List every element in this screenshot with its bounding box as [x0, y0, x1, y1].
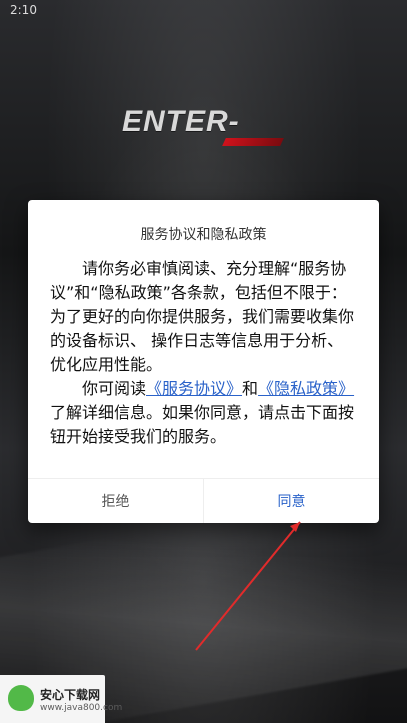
- dialog-paragraph-2: 你可阅读《服务协议》和《隐私政策》了解详细信息。如果你同意，请点击下面按钮开始接…: [50, 377, 358, 449]
- watermark-url: www.java800.com: [40, 703, 123, 713]
- logo-red-bar: [222, 138, 284, 146]
- service-agreement-link[interactable]: 《服务协议》: [146, 379, 242, 398]
- paragraph2-prefix: 你可阅读: [82, 379, 147, 398]
- privacy-dialog: 服务协议和隐私政策 请你务必审慎阅读、充分理解“服务协议”和“隐私政策”各条款，…: [28, 200, 379, 523]
- watermark: 安心下载网 www.java800.com: [0, 675, 122, 723]
- logo-text: ENTER-: [122, 105, 240, 138]
- agree-button[interactable]: 同意: [204, 479, 379, 523]
- dialog-title: 服务协议和隐私政策: [140, 227, 267, 243]
- paragraph2-suffix: 了解详细信息。如果你同意，请点击下面按钮开始接受我们的服务。: [50, 403, 355, 446]
- status-time: 2:10: [10, 3, 37, 17]
- reject-button[interactable]: 拒绝: [28, 479, 204, 523]
- status-bar: 2:10: [0, 0, 407, 22]
- app-logo: ENTER-: [122, 105, 292, 150]
- watermark-leaf-icon: [8, 685, 34, 711]
- and-text: 和: [242, 379, 259, 398]
- watermark-title: 安心下载网: [40, 688, 101, 702]
- dialog-button-row: 拒绝 同意: [28, 478, 379, 523]
- privacy-policy-link[interactable]: 《隐私政策》: [258, 379, 354, 398]
- dialog-paragraph-1: 请你务必审慎阅读、充分理解“服务协议”和“隐私政策”各条款，包括但不限于：为了更…: [50, 259, 355, 374]
- dialog-body: 请你务必审慎阅读、充分理解“服务协议”和“隐私政策”各条款，包括但不限于：为了更…: [50, 257, 358, 449]
